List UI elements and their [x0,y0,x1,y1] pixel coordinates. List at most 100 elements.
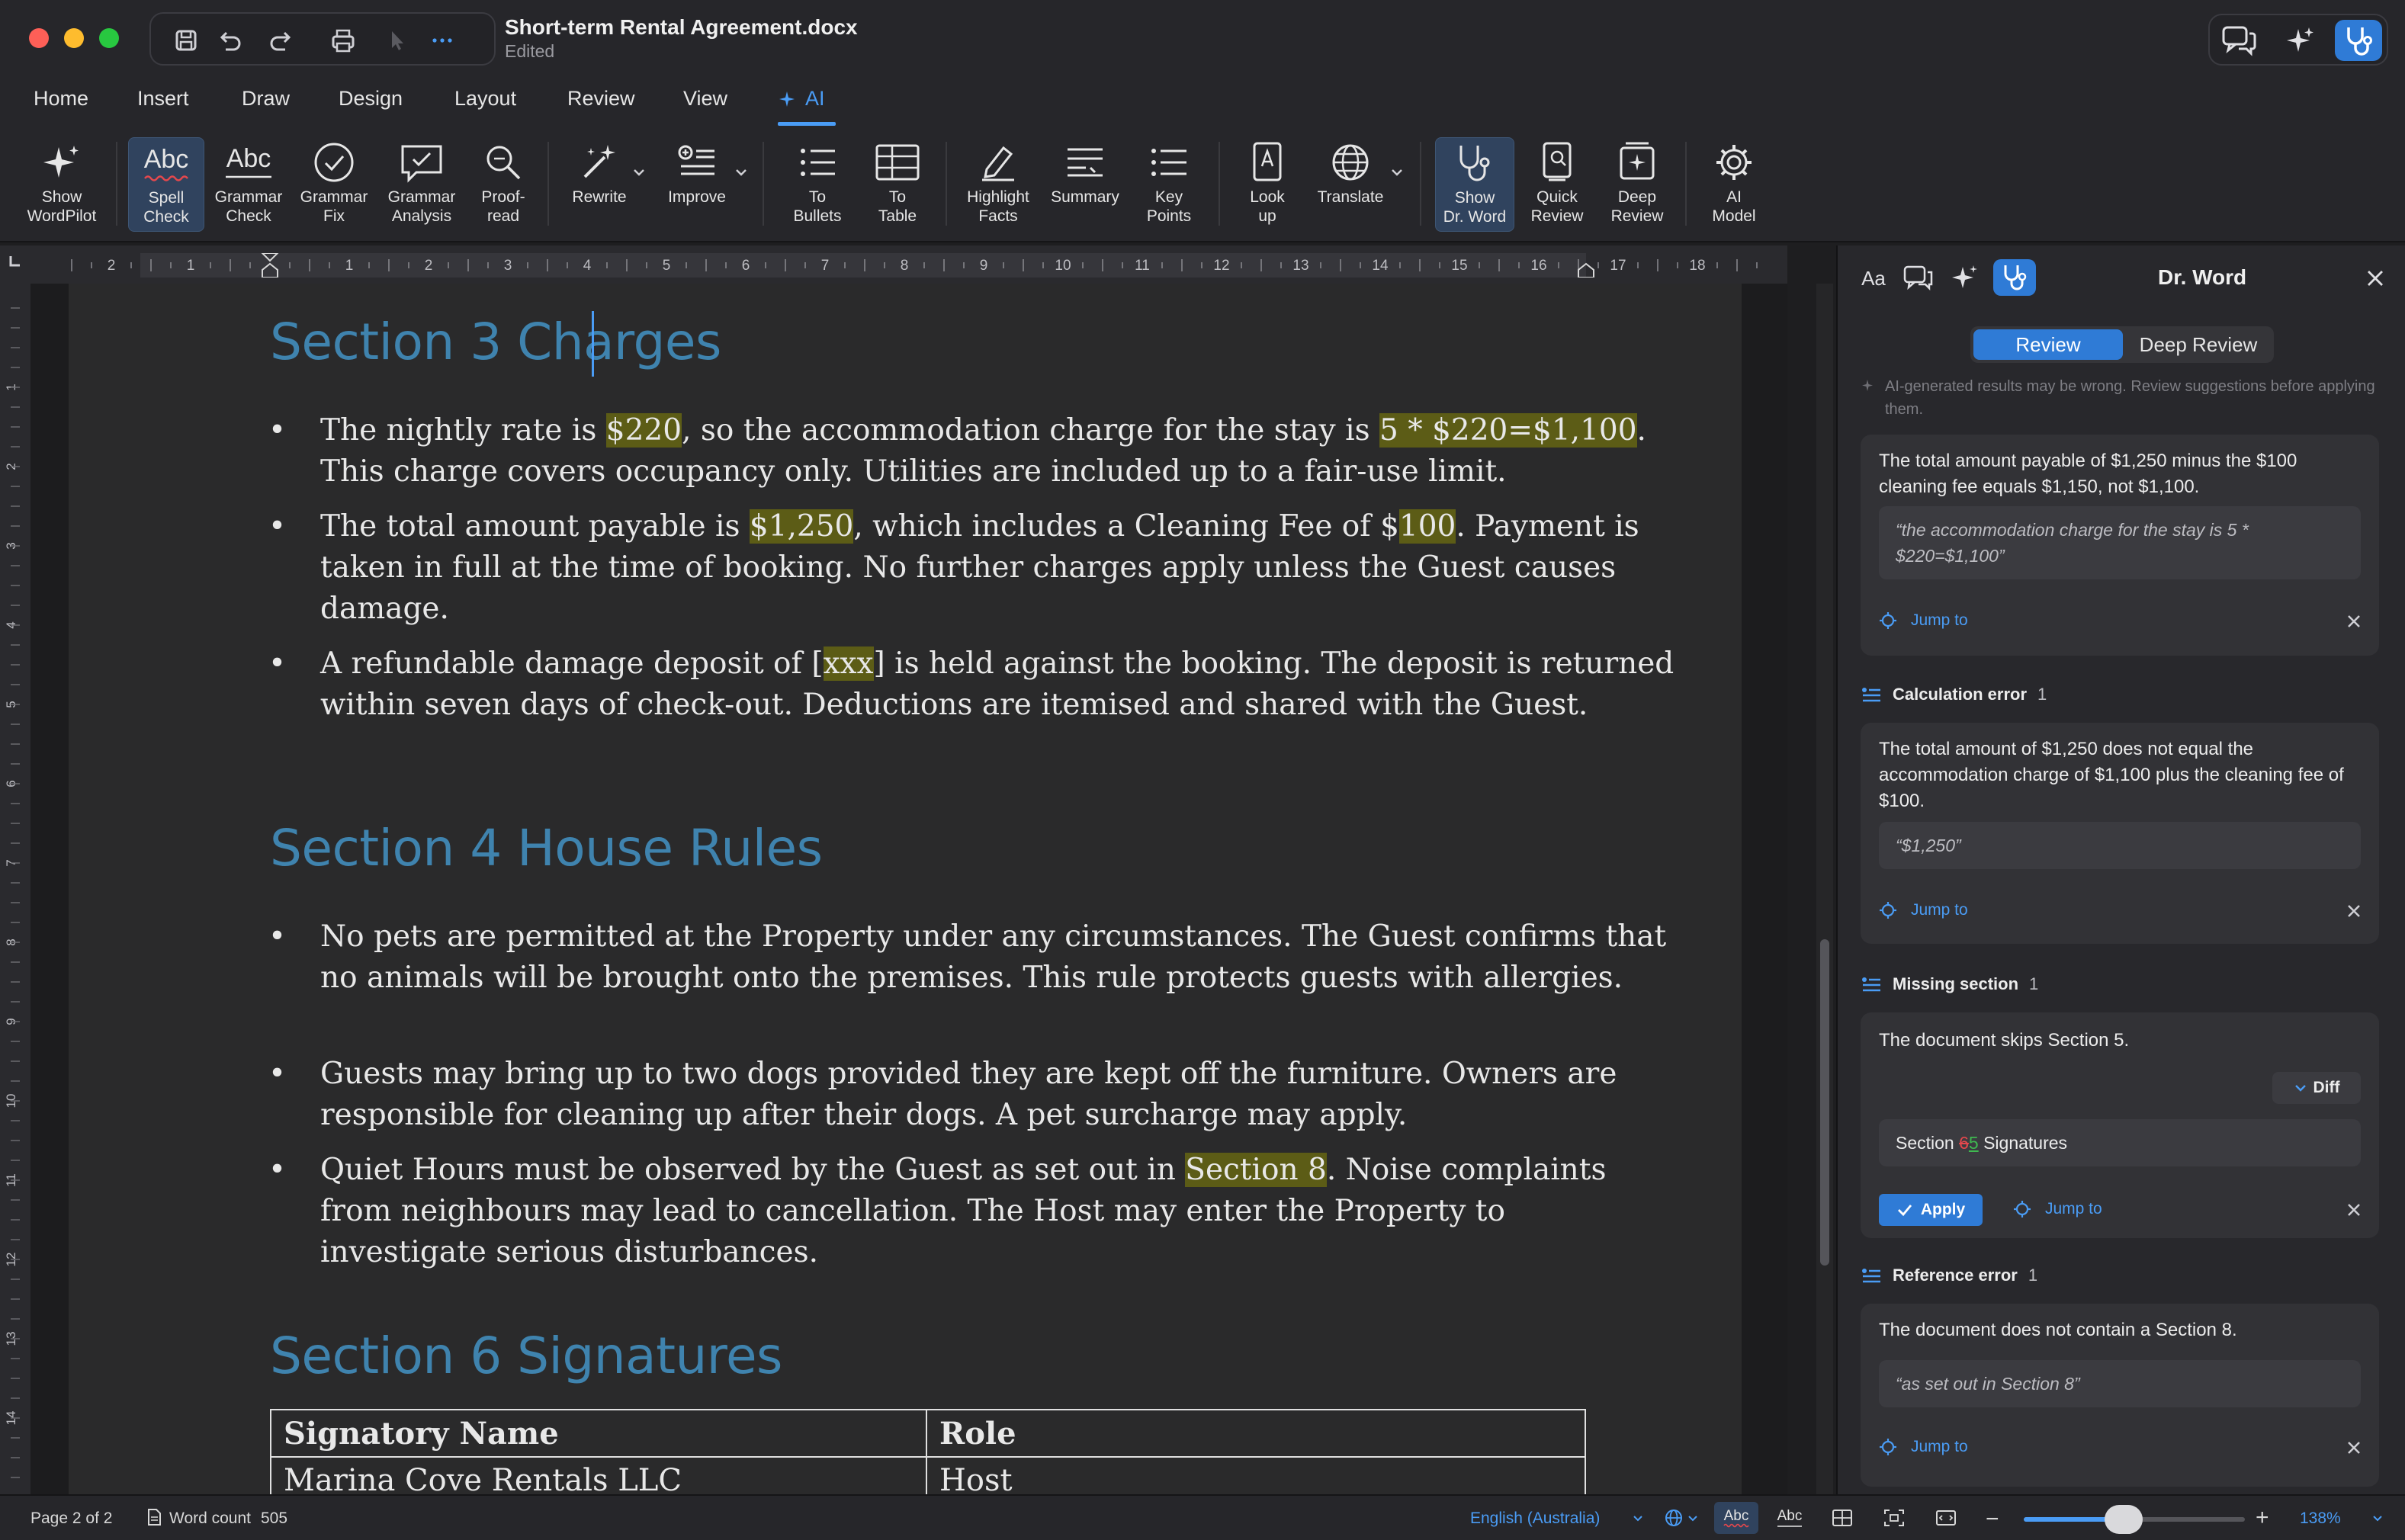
zoom-level[interactable]: 138% [2300,1510,2341,1528]
close-window-button[interactable] [29,28,49,48]
redo-icon[interactable] [265,24,299,57]
highlight-facts-button[interactable]: Highlight Facts [956,137,1040,226]
summary-button[interactable]: Summary [1045,137,1125,207]
word-count-label[interactable]: Word count [169,1510,251,1528]
tab-design[interactable]: Design [339,87,403,111]
zoom-out-button[interactable]: − [1986,1506,1999,1532]
scrollbar-thumb[interactable] [1820,939,1829,1266]
dr-word-toggle[interactable] [2335,20,2382,61]
horizontal-ruler[interactable]: 2 1 1 2 3 4 5 6 7 8 9 10 11 12 13 14 15 16 17 18 [0,245,1787,284]
rewrite-button[interactable]: Rewrite [561,137,637,207]
dismiss-icon[interactable] [2346,1202,2362,1218]
segment-deep-review[interactable]: Deep Review [2126,329,2271,360]
grammar-check-button[interactable]: Abc Grammar Check [210,137,287,226]
improve-button[interactable]: Improve [657,137,737,207]
table-cell[interactable]: Host [926,1456,1586,1494]
document-canvas[interactable]: Section 3 Charges The nightly rate is $2… [31,284,1787,1494]
globe-icon[interactable] [1664,1508,1684,1528]
font-aa-icon[interactable]: Aa [1856,262,1891,294]
language-chevron-down-icon[interactable] [1632,1513,1644,1525]
quick-review-button[interactable]: Quick Review [1520,137,1594,226]
page-indicator[interactable]: Page 2 of 2 [31,1510,112,1528]
jump-to-link[interactable]: Jump to [1879,611,1968,630]
highlight-nightly-rate[interactable]: $220 [605,413,682,448]
comments-icon[interactable] [2220,23,2257,58]
highlight-section-8-reference[interactable]: Section 8 [1185,1153,1327,1187]
jump-to-link[interactable]: Jump to [2013,1200,2102,1218]
issue-card[interactable]: The document skips Section 5. Diff Secti… [1861,1012,2379,1238]
zoom-in-button[interactable]: + [2256,1505,2269,1531]
tab-draw[interactable]: Draw [242,87,290,111]
pointer-icon[interactable] [380,24,413,57]
spell-check-button[interactable]: Abc Spell Check [128,137,204,232]
jump-to-link[interactable]: Jump to [1879,1438,1968,1456]
save-icon[interactable] [169,24,203,57]
web-view-icon[interactable] [1935,1508,1957,1528]
highlight-deposit-placeholder[interactable]: xxx [823,646,874,681]
to-bullets-button[interactable]: To Bullets [776,137,859,226]
show-wordpilot-button[interactable]: Show WordPilot [17,137,107,226]
diff-toggle-button[interactable]: Diff [2272,1072,2361,1104]
issue-card[interactable]: The document does not contain a Section … [1861,1304,2379,1487]
table-header-cell[interactable]: Signatory Name [270,1409,927,1458]
spell-check-toggle[interactable]: Abc [1714,1502,1758,1534]
print-icon[interactable] [326,24,360,57]
word-count-value[interactable]: 505 [261,1510,287,1528]
translate-dropdown-chevron-icon[interactable] [1389,165,1405,180]
section-4-heading[interactable]: Section 4 House Rules [270,819,823,877]
segment-review[interactable]: Review [1973,329,2123,360]
more-icon[interactable] [425,24,459,57]
section-3-bullet-3[interactable]: A refundable damage deposit of [xxx] is … [268,643,1678,726]
signatures-table[interactable]: Signatory Name Role Marina Cove Rentals … [270,1409,1586,1494]
globe-chevron-down-icon[interactable] [1687,1513,1699,1525]
grammar-analysis-button[interactable]: Grammar Analysis [380,137,464,226]
dr-word-panel-tab[interactable] [1993,259,2036,296]
rewrite-dropdown-chevron-icon[interactable] [631,165,647,180]
look-up-button[interactable]: Look up [1231,137,1304,226]
comments-icon[interactable] [1902,262,1937,294]
deep-review-button[interactable]: Deep Review [1600,137,1675,226]
section-6-heading[interactable]: Section 6 Signatures [270,1327,782,1385]
language-selector[interactable]: English (Australia) [1470,1510,1600,1528]
tab-insert[interactable]: Insert [137,87,189,111]
close-panel-icon[interactable] [2365,268,2385,288]
ai-model-button[interactable]: AI Model [1697,137,1771,226]
table-header-cell[interactable]: Role [926,1409,1586,1458]
section-3-bullet-2[interactable]: The total amount payable is $1,250, whic… [268,506,1678,630]
apply-button[interactable]: Apply [1879,1194,1983,1226]
focus-view-icon[interactable] [1883,1508,1905,1528]
sparkle-icon[interactable] [2283,24,2317,58]
section-4-bullet-3[interactable]: Quiet Hours must be observed by the Gues… [268,1150,1678,1273]
layout-view-icon[interactable] [1832,1508,1853,1528]
dismiss-icon[interactable] [2346,613,2362,630]
tab-view[interactable]: View [683,87,727,111]
undo-icon[interactable] [212,24,246,57]
tab-home[interactable]: Home [34,87,88,111]
grammar-check-toggle[interactable]: Abc [1768,1502,1812,1534]
zoom-chevron-down-icon[interactable] [2371,1513,2384,1525]
tab-review[interactable]: Review [567,87,635,111]
section-3-bullet-1[interactable]: The nightly rate is $220, so the accommo… [268,410,1678,492]
document-scrollbar[interactable] [1816,284,1833,1494]
tab-ai[interactable]: AI [805,87,825,111]
show-dr-word-button[interactable]: Show Dr. Word [1435,137,1514,232]
issue-card[interactable]: The total amount payable of $1,250 minus… [1861,435,2379,656]
highlight-total-payable[interactable]: $1,250 [749,509,854,544]
issue-card[interactable]: The total amount of $1,250 does not equa… [1861,723,2379,944]
document-page[interactable]: Section 3 Charges The nightly rate is $2… [69,284,1742,1494]
table-cell[interactable]: Marina Cove Rentals LLC [270,1456,927,1494]
zoom-slider-knob[interactable] [2104,1505,2143,1534]
section-4-bullet-2[interactable]: Guests may bring up to two dogs provided… [268,1054,1678,1136]
sparkle-icon[interactable] [1949,262,1981,294]
dismiss-icon[interactable] [2346,1439,2362,1456]
jump-to-link[interactable]: Jump to [1879,901,1968,919]
grammar-fix-button[interactable]: Grammar Fix [294,137,374,226]
section-3-heading[interactable]: Section 3 Charges [270,313,721,371]
section-4-bullet-1[interactable]: No pets are permitted at the Property un… [268,916,1678,999]
dismiss-icon[interactable] [2346,903,2362,919]
improve-dropdown-chevron-icon[interactable] [734,165,749,180]
proofread-button[interactable]: Proof- read [467,137,540,226]
zoom-slider[interactable] [2024,1505,2245,1534]
to-table-button[interactable]: To Table [860,137,935,226]
highlight-cleaning-fee[interactable]: 100 [1398,509,1456,544]
